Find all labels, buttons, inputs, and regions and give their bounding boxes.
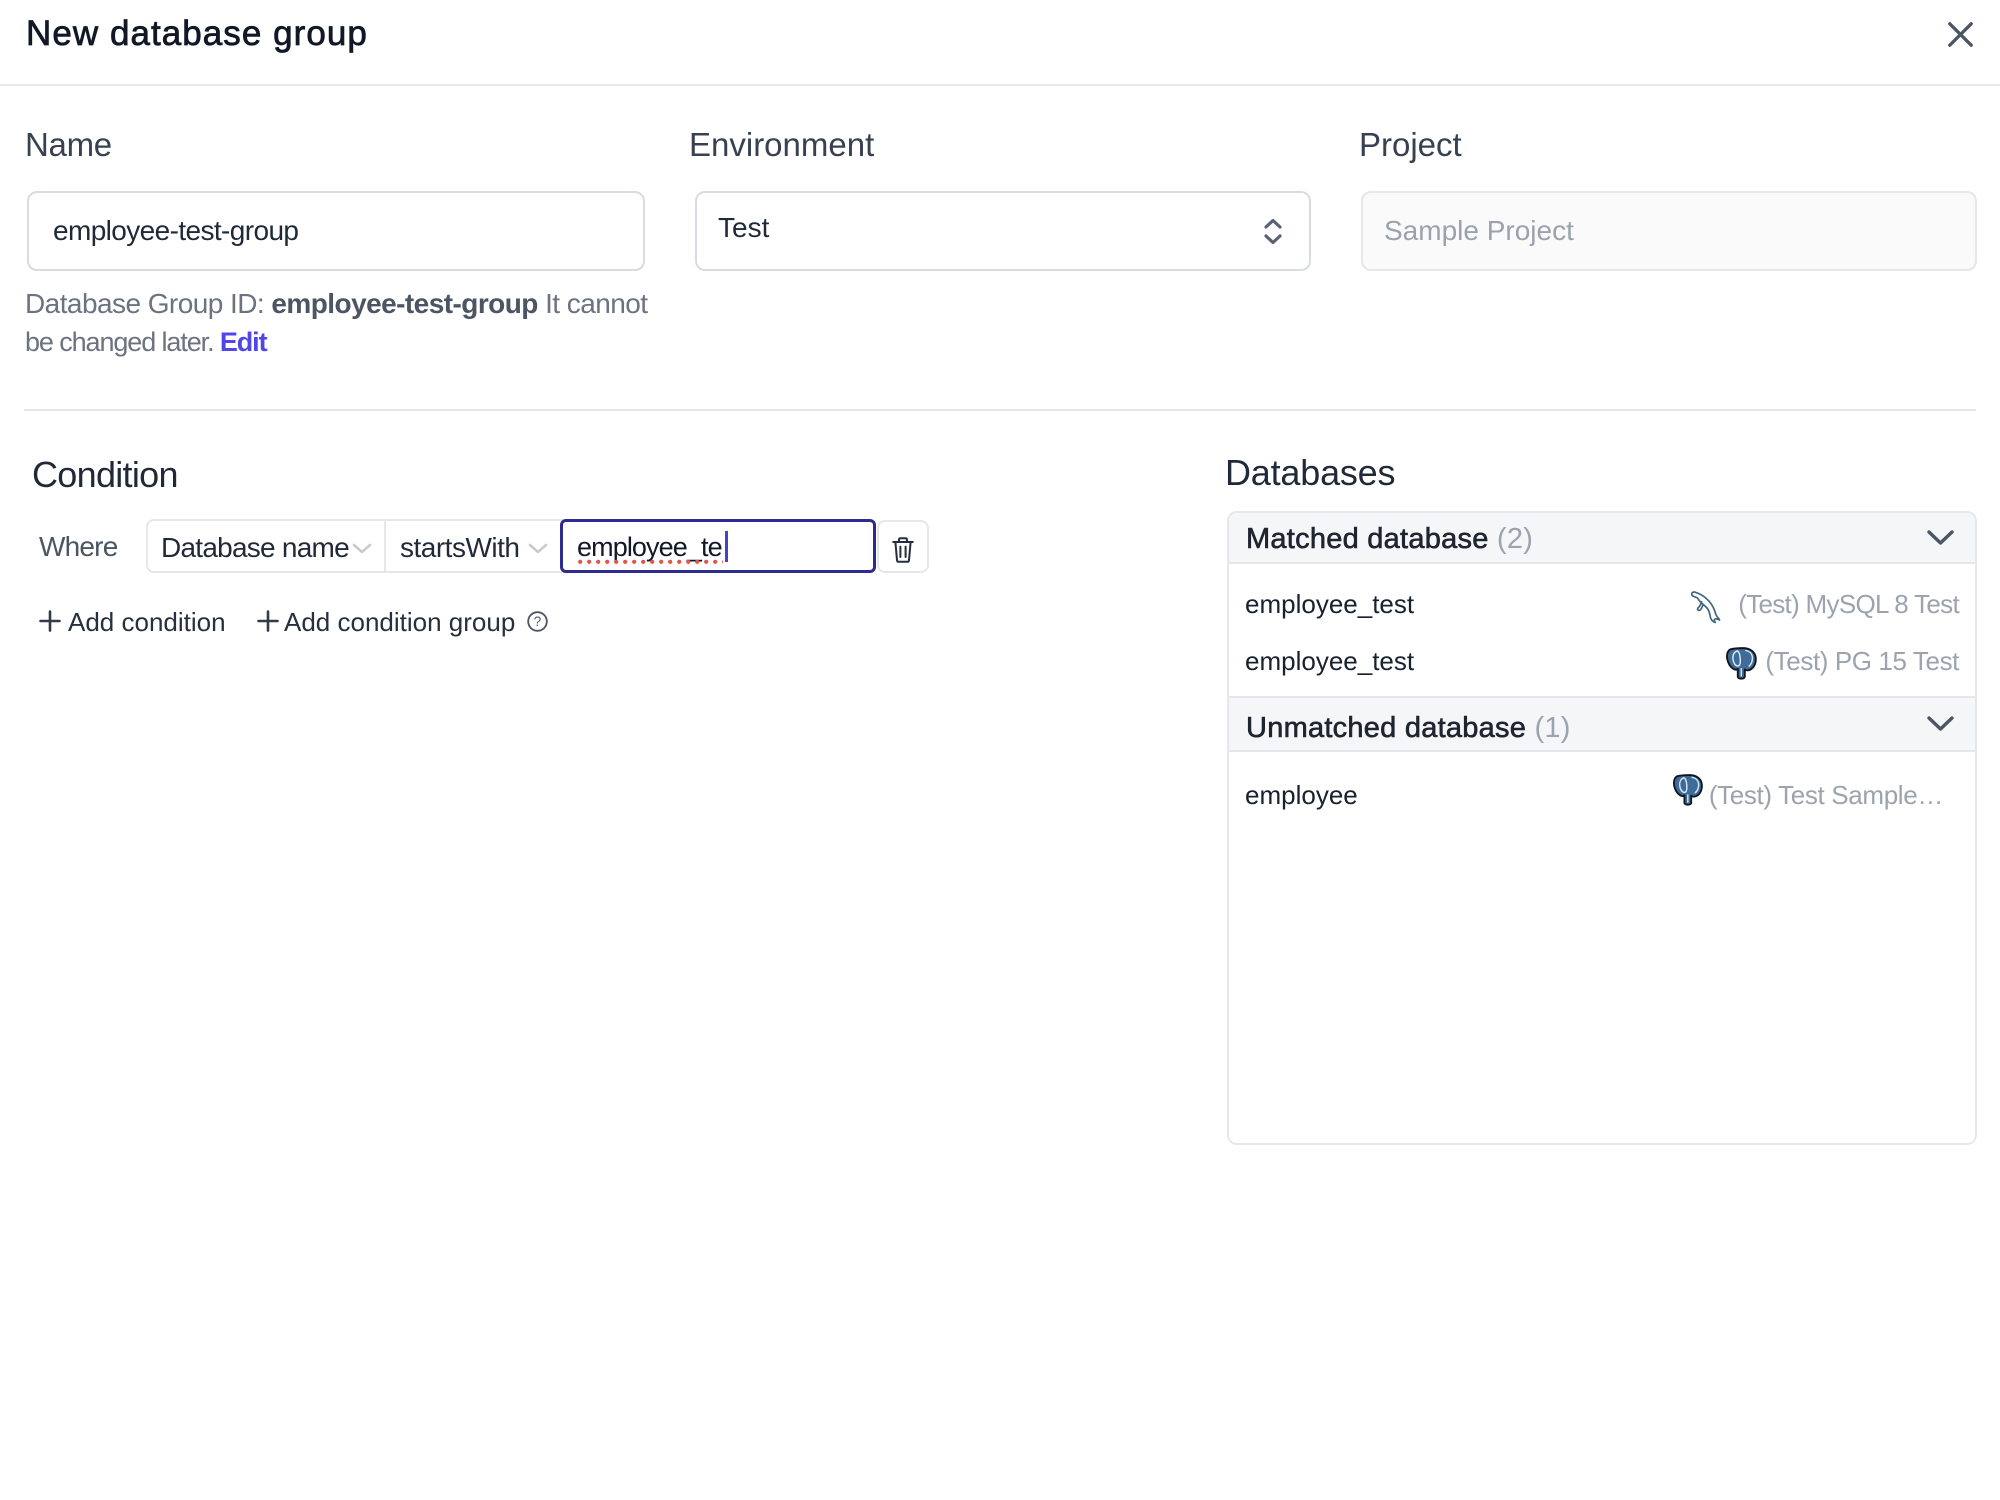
svg-text:?: ? bbox=[534, 614, 542, 629]
